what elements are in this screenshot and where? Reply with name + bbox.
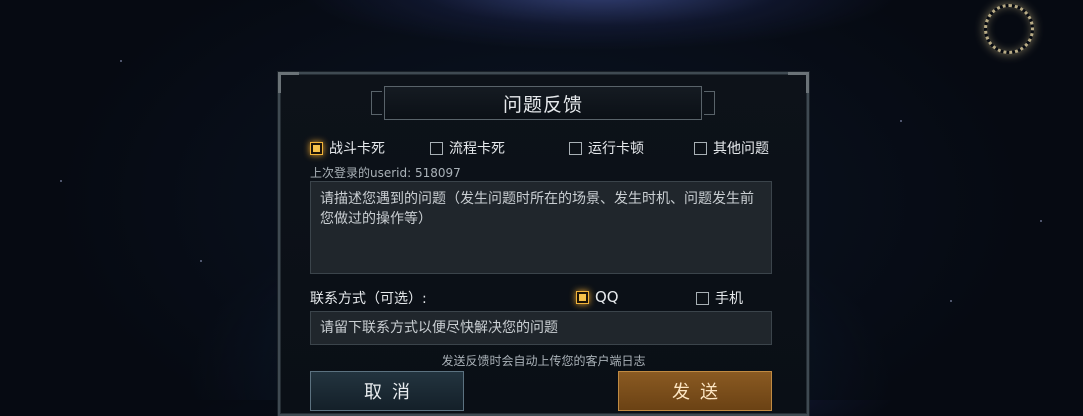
- dialog-title: 问题反馈: [502, 93, 583, 116]
- checkbox-checked[interactable]: [310, 141, 323, 155]
- checkbox[interactable]: [694, 141, 707, 155]
- cancel-button[interactable]: 取消: [310, 371, 464, 411]
- contact-option-label: QQ: [595, 288, 619, 306]
- category-flow-freeze[interactable]: 流程卡死: [430, 138, 505, 158]
- contact-option-phone[interactable]: 手机: [696, 288, 743, 308]
- checkbox[interactable]: [569, 141, 582, 155]
- contact-input[interactable]: 请留下联系方式以便尽快解决您的问题: [310, 311, 772, 345]
- checkbox[interactable]: [696, 291, 709, 305]
- contact-label: 联系方式（可选）:: [310, 291, 427, 307]
- last-login-userid: 上次登录的userid: 518097: [310, 166, 461, 180]
- checkbox[interactable]: [430, 141, 443, 155]
- corner-ornament: [278, 72, 299, 93]
- description-textarea[interactable]: 请描述您遇到的问题（发生问题时所在的场景、发生时机、问题发生前您做过的操作等）: [310, 181, 772, 274]
- send-button[interactable]: 发送: [618, 371, 772, 411]
- upload-note: 发送反馈时会自动上传您的客户端日志: [441, 354, 646, 368]
- category-label: 其他问题: [713, 141, 769, 157]
- category-lag[interactable]: 运行卡顿: [569, 138, 644, 158]
- corner-ornament: [788, 72, 809, 93]
- category-label: 战斗卡死: [329, 141, 385, 157]
- dialog-title-bar: 问题反馈: [371, 86, 715, 120]
- category-label: 流程卡死: [449, 141, 505, 157]
- category-label: 运行卡顿: [588, 141, 644, 157]
- category-battle-freeze[interactable]: 战斗卡死: [310, 138, 385, 158]
- contact-option-qq[interactable]: QQ: [576, 288, 619, 306]
- checkbox-checked[interactable]: [576, 290, 589, 304]
- glowing-ring-icon[interactable]: [984, 4, 1034, 54]
- contact-option-label: 手机: [715, 291, 743, 307]
- feedback-dialog: 问题反馈 战斗卡死 流程卡死 运行卡顿 其他问题 上次登录的userid: 51…: [278, 72, 809, 416]
- category-other[interactable]: 其他问题: [694, 138, 769, 158]
